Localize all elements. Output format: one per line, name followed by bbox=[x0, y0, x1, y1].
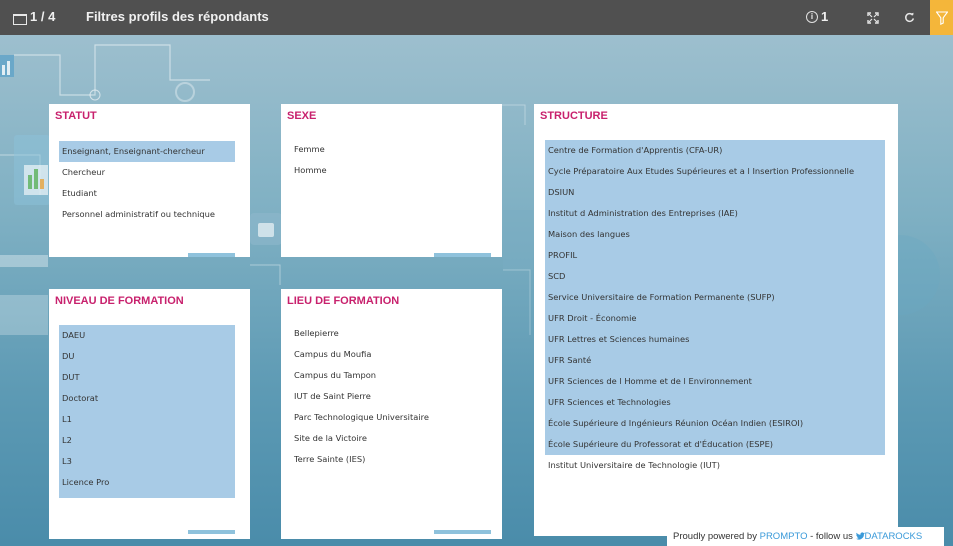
filter-option-profil[interactable]: PROFIL bbox=[537, 245, 889, 266]
filter-option-moufia[interactable]: Campus du Moufia bbox=[283, 344, 498, 365]
filter-option-ufr-sciences-homme[interactable]: UFR Sciences de l Homme et de l Environn… bbox=[537, 371, 889, 392]
filter-option-parc-techno[interactable]: Parc Technologique Universitaire bbox=[283, 407, 498, 428]
card-title: STRUCTURE bbox=[540, 110, 608, 122]
filter-icon bbox=[935, 10, 948, 25]
filter-option-victoire[interactable]: Site de la Victoire bbox=[283, 428, 498, 449]
filter-card-niveau: NIVEAU DE FORMATION DAEU DU DUT Doctorat… bbox=[49, 289, 250, 539]
filter-option-scd[interactable]: SCD bbox=[537, 266, 889, 287]
filter-option-licence-pro[interactable]: Licence Pro bbox=[51, 472, 241, 493]
filter-option-ufr-droit[interactable]: UFR Droit - Économie bbox=[537, 308, 889, 329]
filter-option-espe[interactable]: École Supérieure du Professorat et d'Édu… bbox=[537, 434, 889, 455]
top-bar: 1 / 4 Filtres profils des répondants i 1 bbox=[0, 0, 953, 35]
filter-option-tampon[interactable]: Campus du Tampon bbox=[283, 365, 498, 386]
footer-middle: - follow us bbox=[807, 531, 856, 542]
refresh-icon bbox=[904, 12, 914, 23]
fullscreen-icon bbox=[867, 11, 879, 24]
filter-option-ufr-sciences-tech[interactable]: UFR Sciences et Technologies bbox=[537, 392, 889, 413]
filter-option-etudiant[interactable]: Etudiant bbox=[51, 183, 241, 204]
card-title: NIVEAU DE FORMATION bbox=[55, 295, 184, 307]
filter-option-esiroi[interactable]: École Supérieure d Ingénieurs Réunion Oc… bbox=[537, 413, 889, 434]
info-count: 1 bbox=[821, 9, 829, 24]
info-icon: i bbox=[806, 10, 818, 23]
refresh-button[interactable] bbox=[893, 0, 925, 35]
prompto-link[interactable]: PROMPTO bbox=[760, 531, 808, 542]
filter-option-homme[interactable]: Homme bbox=[283, 160, 493, 181]
filter-card-structure: STRUCTURE Centre de Formation d'Apprenti… bbox=[534, 104, 898, 536]
filter-option-du[interactable]: DU bbox=[51, 346, 241, 367]
filter-option-chercheur[interactable]: Chercheur bbox=[51, 162, 241, 183]
page-counter: 1 / 4 bbox=[30, 9, 56, 24]
card-scroll-tab[interactable] bbox=[434, 253, 491, 257]
filter-option-terre-sainte[interactable]: Terre Sainte (IES) bbox=[283, 449, 498, 470]
card-title: STATUT bbox=[55, 110, 97, 122]
card-scroll-tab[interactable] bbox=[434, 530, 491, 534]
filter-option-l2[interactable]: L2 bbox=[51, 430, 241, 451]
filter-option-iae[interactable]: Institut d Administration des Entreprise… bbox=[537, 203, 889, 224]
filter-option-daeu[interactable]: DAEU bbox=[51, 325, 241, 346]
slides-icon[interactable] bbox=[13, 14, 27, 25]
datarocks-link[interactable]: DATAROCKS bbox=[865, 531, 923, 542]
filter-option-iut-saint-pierre[interactable]: IUT de Saint Pierre bbox=[283, 386, 498, 407]
filter-option-enseignant[interactable]: Enseignant, Enseignant-chercheur bbox=[51, 141, 241, 162]
card-scroll-tab[interactable] bbox=[188, 530, 235, 534]
filter-option-cycle-preparatoire[interactable]: Cycle Préparatoire Aux Etudes Supérieure… bbox=[537, 161, 889, 182]
filter-option-ufr-sante[interactable]: UFR Santé bbox=[537, 350, 889, 371]
filter-card-lieu: LIEU DE FORMATION Bellepierre Campus du … bbox=[281, 289, 502, 539]
filter-option-personnel[interactable]: Personnel administratif ou technique bbox=[51, 204, 241, 225]
filter-card-sexe: SEXE Femme Homme bbox=[281, 104, 502, 257]
filter-option-doctorat[interactable]: Doctorat bbox=[51, 388, 241, 409]
page-title: Filtres profils des répondants bbox=[86, 9, 269, 24]
filter-button[interactable] bbox=[930, 0, 953, 35]
filter-option-dsiun[interactable]: DSIUN bbox=[537, 182, 889, 203]
dashboard-stage: STATUT Enseignant, Enseignant-chercheur … bbox=[0, 35, 953, 546]
filter-option-ufr-lettres[interactable]: UFR Lettres et Sciences humaines bbox=[537, 329, 889, 350]
filter-option-femme[interactable]: Femme bbox=[283, 139, 493, 160]
twitter-bird-icon bbox=[855, 532, 865, 540]
fullscreen-button[interactable] bbox=[857, 0, 889, 35]
filter-option-maison-langues[interactable]: Maison des langues bbox=[537, 224, 889, 245]
footer-prefix: Proudly powered by bbox=[673, 531, 760, 542]
filter-option-iut[interactable]: Institut Universitaire de Technologie (I… bbox=[537, 455, 889, 476]
card-title: SEXE bbox=[287, 110, 317, 122]
powered-by-footer: Proudly powered by PROMPTO - follow us D… bbox=[667, 527, 944, 546]
info-indicator[interactable]: i 1 bbox=[806, 9, 828, 24]
filter-option-dut[interactable]: DUT bbox=[51, 367, 241, 388]
filter-option-bellepierre[interactable]: Bellepierre bbox=[283, 323, 498, 344]
card-title: LIEU DE FORMATION bbox=[287, 295, 400, 307]
card-scroll-tab[interactable] bbox=[188, 253, 235, 257]
filter-card-statut: STATUT Enseignant, Enseignant-chercheur … bbox=[49, 104, 250, 257]
filter-option-l3[interactable]: L3 bbox=[51, 451, 241, 472]
filter-option-cfa[interactable]: Centre de Formation d'Apprentis (CFA-UR) bbox=[537, 140, 889, 161]
filter-option-l1[interactable]: L1 bbox=[51, 409, 241, 430]
filter-option-sufp[interactable]: Service Universitaire de Formation Perma… bbox=[537, 287, 889, 308]
